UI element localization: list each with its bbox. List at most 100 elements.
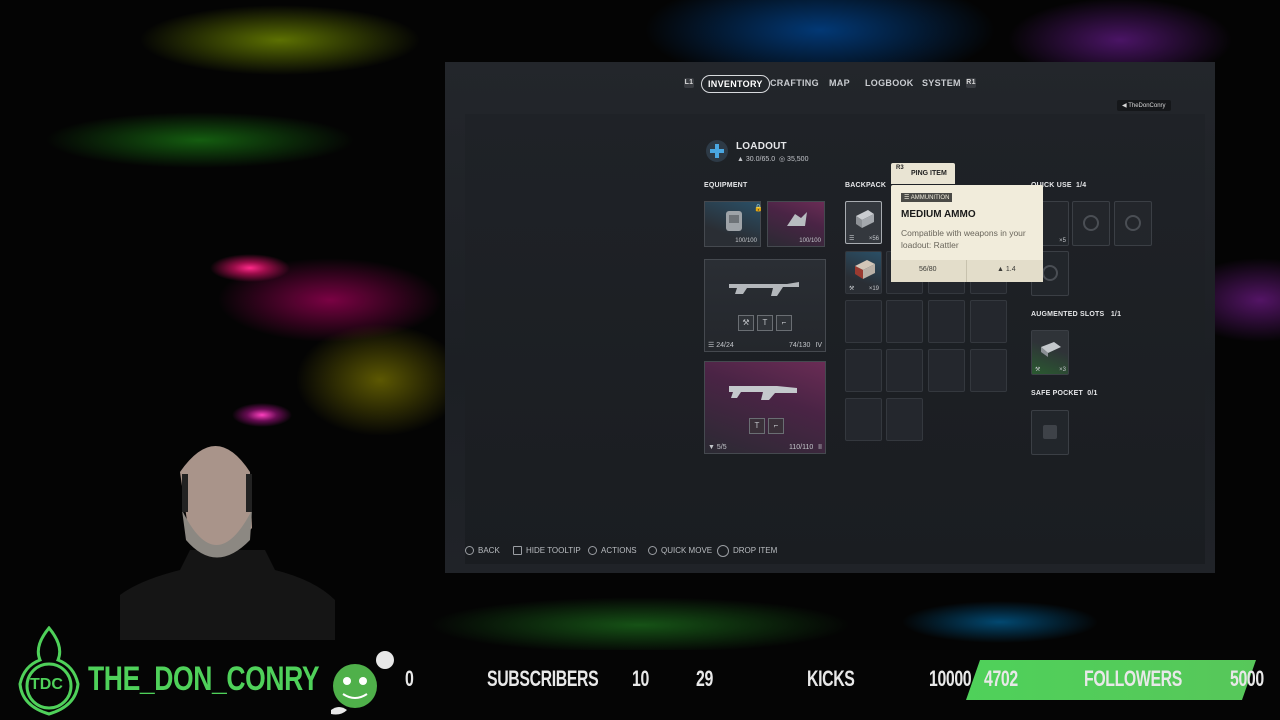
hint-actions-label: ACTIONS <box>601 546 637 555</box>
shield-slot[interactable]: 🔒 100/100 <box>704 201 763 247</box>
loadout-icon <box>706 140 728 162</box>
followers-label: FOLLOWERS <box>1084 666 1182 691</box>
tab-logbook[interactable]: LOGBOOK <box>865 75 914 91</box>
ping-label: PING ITEM <box>911 170 947 177</box>
tooltip-footer: 56/80 ▲ 1.4 <box>891 260 1043 282</box>
user-tag: ◀ TheDonConry <box>1117 100 1171 111</box>
tooltip-weight: ▲ 1.4 <box>997 266 1016 273</box>
ammo-category-icon: ☰ <box>904 195 910 201</box>
mascot-emote-icon <box>331 651 394 715</box>
safe-pocket-title: SAFE POCKET <box>1031 390 1083 397</box>
hint-hide-tooltip[interactable]: HIDE TOOLTIP <box>513 545 581 557</box>
weight-icon: ▲ <box>737 156 744 163</box>
stick-button-icon <box>717 545 729 557</box>
safe-pocket-count: 0/1 <box>1087 390 1098 397</box>
tooltip-category-label: AMMUNITION <box>910 195 950 201</box>
weapon-slot-2[interactable]: T ⌐ ▼ 5/5 110/110 II <box>704 361 826 454</box>
augment-durability: 100/100 <box>799 238 821 244</box>
stock-icon: T <box>757 315 773 331</box>
dpad-icon <box>513 546 522 556</box>
hint-actions[interactable]: ACTIONS <box>588 545 637 557</box>
hint-back[interactable]: BACK <box>465 545 500 557</box>
weapon-slot-1[interactable]: ⚒ T ⌐ ☰ 24/24 74/130 IV <box>704 259 826 352</box>
safe-pocket-slot[interactable] <box>1031 410 1069 455</box>
quick-use-slot-2[interactable] <box>1072 201 1110 246</box>
empty-slot-icon <box>1042 265 1058 281</box>
tooltip-title: MEDIUM AMMO <box>901 209 976 220</box>
backpack-slot[interactable] <box>845 349 882 392</box>
augmented-slot-1[interactable]: ⚒ ×3 <box>1031 330 1069 375</box>
loadout-title: LOADOUT <box>736 141 787 152</box>
backpack-slot-2[interactable]: ⚒ ×19 <box>845 251 882 294</box>
tab-crafting[interactable]: CRAFTING <box>770 75 819 91</box>
tooltip-description: Compatible with weapons in your loadout:… <box>901 228 1026 250</box>
tooltip-weight-value: 1.4 <box>1005 266 1016 273</box>
quick-use-count: 1/4 <box>1076 182 1087 189</box>
circle-button-icon <box>465 546 474 556</box>
backpack-slot[interactable] <box>845 398 882 441</box>
backpack-slot[interactable] <box>886 398 923 441</box>
rifle-icon <box>729 282 799 296</box>
tooltip-divider <box>966 260 967 282</box>
ping-item-button[interactable]: R3 PING ITEM <box>891 163 955 184</box>
hint-hide-tooltip-label: HIDE TOOLTIP <box>526 546 581 555</box>
grip-icon: ⌐ <box>768 418 784 434</box>
weapon2-ammo: ▼ 5/5 <box>708 444 727 451</box>
square-button-icon <box>648 546 657 556</box>
kicks-value: 29 <box>696 666 713 691</box>
loadout-stats: ▲ 30.0/65.0 ◎ 35,500 <box>737 155 808 163</box>
weapon2-reserve: 110/110 <box>789 444 814 451</box>
ammo-icon: ▼ <box>708 444 715 451</box>
tab-map[interactable]: MAP <box>829 75 850 91</box>
backpack-item1-count: ×56 <box>868 236 879 242</box>
backpack-slot[interactable] <box>886 349 923 392</box>
backpack-item2-count: ×19 <box>868 286 879 292</box>
weapon2-ammo-value: 5/5 <box>716 444 727 451</box>
tab-inventory[interactable]: INVENTORY <box>701 75 770 93</box>
nav-next-button[interactable]: R1 <box>966 78 976 88</box>
crate-icon <box>855 260 875 279</box>
tdc-logo <box>18 626 80 716</box>
weapon1-tier: IV <box>815 342 822 349</box>
subs-label: SUBSCRIBERS <box>487 666 599 691</box>
user-tag-name: TheDonConry <box>1128 103 1166 109</box>
inventory-panel <box>465 114 1205 564</box>
backpack-slot[interactable] <box>886 300 923 343</box>
backpack-slot[interactable] <box>928 300 965 343</box>
quick-use-item-count: ×5 <box>1059 238 1066 244</box>
empty-slot-icon <box>1125 215 1141 231</box>
augment-slot[interactable]: 100/100 <box>767 201 825 247</box>
shotgun-icon <box>729 386 797 400</box>
backpack-slot[interactable] <box>970 300 1007 343</box>
weapon2-tier: II <box>818 444 822 451</box>
nav-prev-button[interactable]: L1 <box>684 78 694 88</box>
logo-text: TDC <box>30 676 63 693</box>
followers-value: 4702 <box>984 666 1018 691</box>
tab-system[interactable]: SYSTEM <box>922 75 961 91</box>
hint-drop-item[interactable]: DROP ITEM <box>717 545 777 557</box>
backpack-slot[interactable] <box>845 300 882 343</box>
ammo-icon: ☰ <box>708 342 715 349</box>
weapon1-reserve: 74/130 <box>789 342 811 349</box>
game-window: L1 INVENTORY CRAFTING MAP LOGBOOK SYSTEM… <box>445 62 1215 573</box>
backpack-slot-1[interactable]: ☰ ×56 <box>845 201 882 244</box>
backpack-slot[interactable] <box>970 349 1007 392</box>
lock-icon: 🔒 <box>754 205 763 212</box>
subs-value: 0 <box>405 666 414 691</box>
hint-quick-move[interactable]: QUICK MOVE <box>648 545 712 557</box>
speaker-icon: ◀ <box>1122 103 1127 109</box>
stock-icon: T <box>749 418 765 434</box>
wrench-icon: ⚒ <box>1035 367 1041 373</box>
quick-use-slot-3[interactable] <box>1114 201 1152 246</box>
item-tooltip: ☰ AMMUNITION MEDIUM AMMO Compatible with… <box>891 185 1043 282</box>
backpack-slot[interactable] <box>928 349 965 392</box>
ping-button-key: R3 <box>896 165 904 171</box>
channel-name: THE_DON_CONRY <box>88 660 320 698</box>
subs-goal: 10 <box>632 666 649 691</box>
augmented-slots-count: 1/1 <box>1110 311 1122 318</box>
hint-back-label: BACK <box>478 546 500 555</box>
empty-slot-icon <box>1083 215 1099 231</box>
safe-icon <box>1043 425 1057 439</box>
triangle-button-icon <box>588 546 597 556</box>
grip-icon: ⌐ <box>776 315 792 331</box>
